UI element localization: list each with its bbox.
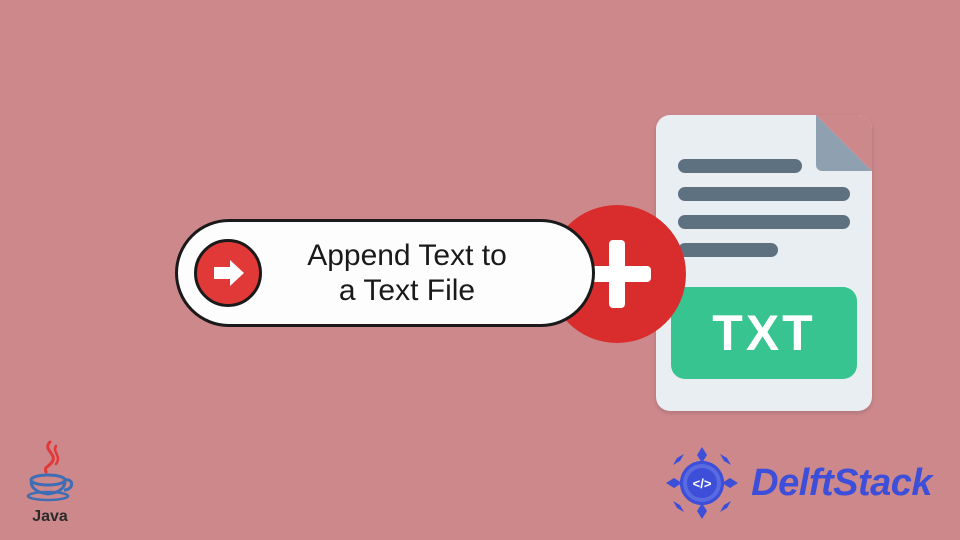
- code-symbol: </>: [693, 476, 712, 491]
- delftstack-wordmark: DelftStack: [751, 462, 932, 505]
- title-line-1: Append Text to: [307, 239, 507, 272]
- file-text-lines: [678, 159, 850, 271]
- java-logo: Java: [22, 438, 78, 526]
- title-banner: Append Text to a Text File: [175, 219, 595, 327]
- arrow-right-icon: [194, 239, 262, 307]
- java-cup-icon: [22, 438, 78, 510]
- txt-badge: TXT: [671, 287, 857, 379]
- delftstack-logo-icon: </>: [663, 444, 741, 522]
- java-label: Java: [22, 508, 78, 526]
- file-line: [678, 215, 850, 229]
- delftstack-brand: </> DelftStack: [663, 444, 932, 522]
- file-line: [678, 159, 802, 173]
- title-line-2: a Text File: [339, 274, 475, 307]
- txt-file-illustration: TXT: [656, 115, 872, 411]
- banner-title: Append Text to a Text File: [262, 238, 592, 309]
- file-line: [678, 187, 850, 201]
- file-line: [678, 243, 778, 257]
